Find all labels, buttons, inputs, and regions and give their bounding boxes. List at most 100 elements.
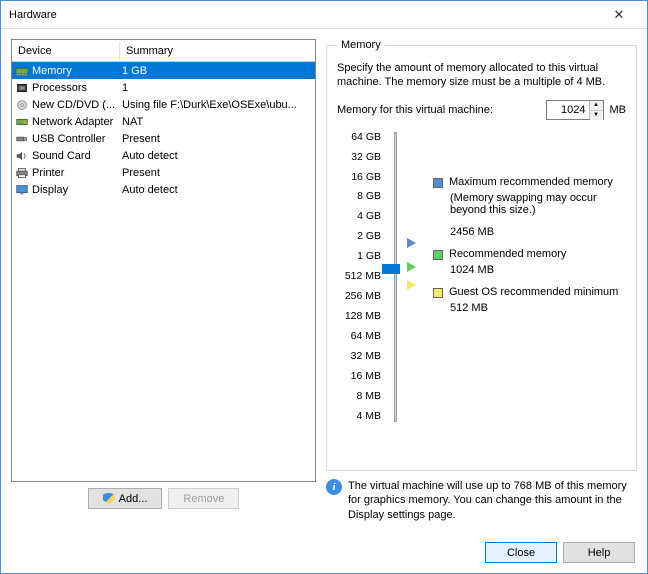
display-icon xyxy=(14,183,30,197)
legend-max-value: 2456 MB xyxy=(450,226,626,238)
device-name: USB Controller xyxy=(32,133,120,145)
add-button-label: Add... xyxy=(119,493,148,505)
printer-icon xyxy=(14,166,30,180)
device-row[interactable]: DisplayAuto detect xyxy=(12,181,315,198)
memory-spinner[interactable]: ▲ ▼ xyxy=(546,100,604,120)
slider-tick-labels: 64 GB 32 GB 16 GB 8 GB 4 GB 2 GB 1 GB 512 MB 256… xyxy=(337,132,385,422)
hardware-dialog: Hardware ✕ Device Summary Memory1 GBProc… xyxy=(0,0,648,574)
window-title: Hardware xyxy=(9,9,599,21)
column-header-summary[interactable]: Summary xyxy=(120,42,315,60)
memory-unit: MB xyxy=(610,104,627,116)
legend-max-label: Maximum recommended memory xyxy=(449,176,626,188)
device-row[interactable]: Network AdapterNAT xyxy=(12,113,315,130)
device-name: Processors xyxy=(32,82,120,94)
device-column: Device Summary Memory1 GBProcessors1New … xyxy=(11,39,316,509)
spinner-down-icon[interactable]: ▼ xyxy=(590,111,603,120)
device-row[interactable]: USB ControllerPresent xyxy=(12,130,315,147)
slider-tick: 64 MB xyxy=(337,331,381,342)
device-summary: Auto detect xyxy=(120,184,313,196)
device-name: Display xyxy=(32,184,120,196)
memory-panel: Memory Specify the amount of memory allo… xyxy=(326,39,637,509)
device-row[interactable]: New CD/DVD (...Using file F:\Durk\Exe\OS… xyxy=(12,96,315,113)
slider-tick: 4 MB xyxy=(337,411,381,422)
memory-slider-area: 64 GB 32 GB 16 GB 8 GB 4 GB 2 GB 1 GB 512 MB 256… xyxy=(337,132,626,422)
marker-max-icon xyxy=(407,238,416,248)
memory-icon xyxy=(14,64,30,78)
device-name: Printer xyxy=(32,167,120,179)
marker-rec-icon xyxy=(407,262,416,272)
slider-tick: 8 MB xyxy=(337,391,381,402)
device-summary: Auto detect xyxy=(120,150,313,162)
dialog-footer: Close Help xyxy=(485,542,635,563)
help-button-label: Help xyxy=(588,547,611,559)
column-header-device[interactable]: Device xyxy=(12,42,120,60)
help-button[interactable]: Help xyxy=(563,542,635,563)
device-summary: 1 GB xyxy=(120,65,313,77)
device-summary: Present xyxy=(120,133,313,145)
device-summary: 1 xyxy=(120,82,313,94)
memory-input[interactable] xyxy=(547,101,589,119)
swatch-guest-icon xyxy=(433,288,443,298)
cpu-icon xyxy=(14,81,30,95)
memory-description: Specify the amount of memory allocated t… xyxy=(337,61,626,90)
slider-tick: 128 MB xyxy=(337,311,381,322)
device-list-header: Device Summary xyxy=(12,40,315,62)
device-name: Memory xyxy=(32,65,120,77)
legend-max-sub: (Memory swapping may occur beyond this s… xyxy=(450,192,626,216)
memory-info-row: i The virtual machine will use up to 768… xyxy=(326,479,637,522)
slider-thumb[interactable] xyxy=(382,264,400,274)
marker-guest-icon xyxy=(407,280,416,290)
device-summary: Using file F:\Durk\Exe\OSExe\ubu... xyxy=(120,99,313,111)
add-button[interactable]: Add... xyxy=(88,488,163,509)
legend-rec-label: Recommended memory xyxy=(449,248,626,260)
slider-tick: 256 MB xyxy=(337,291,381,302)
device-list-panel: Device Summary Memory1 GBProcessors1New … xyxy=(11,39,316,482)
device-name: Sound Card xyxy=(32,150,120,162)
device-list[interactable]: Memory1 GBProcessors1New CD/DVD (...Usin… xyxy=(12,62,315,481)
device-name: New CD/DVD (... xyxy=(32,99,120,111)
slider-tick: 32 GB xyxy=(337,152,381,163)
device-button-row: Add... Remove xyxy=(11,488,316,509)
remove-button: Remove xyxy=(168,488,239,509)
titlebar: Hardware ✕ xyxy=(1,1,647,29)
close-icon[interactable]: ✕ xyxy=(599,5,639,25)
spinner-up-icon[interactable]: ▲ xyxy=(590,101,603,111)
device-row[interactable]: Sound CardAuto detect xyxy=(12,147,315,164)
slider-markers xyxy=(405,132,423,422)
device-row[interactable]: Processors1 xyxy=(12,79,315,96)
swatch-max-icon xyxy=(433,178,443,188)
usb-icon xyxy=(14,132,30,146)
slider-track[interactable] xyxy=(385,132,405,422)
memory-info-text: The virtual machine will use up to 768 M… xyxy=(348,479,637,522)
device-row[interactable]: Memory1 GB xyxy=(12,62,315,79)
slider-tick: 8 GB xyxy=(337,191,381,202)
memory-legend: Memory xyxy=(337,39,385,51)
device-summary: NAT xyxy=(120,116,313,128)
slider-tick: 4 GB xyxy=(337,211,381,222)
slider-tick: 2 GB xyxy=(337,231,381,242)
info-icon: i xyxy=(326,479,342,495)
legend-guest-label: Guest OS recommended minimum xyxy=(449,286,626,298)
slider-tick: 512 MB xyxy=(337,271,381,282)
slider-tick: 64 GB xyxy=(337,132,381,143)
slider-tick: 1 GB xyxy=(337,251,381,262)
memory-input-label: Memory for this virtual machine: xyxy=(337,104,493,116)
nic-icon xyxy=(14,115,30,129)
cd-icon xyxy=(14,98,30,112)
memory-input-row: Memory for this virtual machine: ▲ ▼ MB xyxy=(337,100,626,120)
close-button[interactable]: Close xyxy=(485,542,557,563)
close-button-label: Close xyxy=(507,547,535,559)
device-summary: Present xyxy=(120,167,313,179)
device-name: Network Adapter xyxy=(32,116,120,128)
slider-tick: 32 MB xyxy=(337,351,381,362)
swatch-rec-icon xyxy=(433,250,443,260)
slider-tick: 16 GB xyxy=(337,172,381,183)
legend-rec-value: 1024 MB xyxy=(450,264,626,276)
slider-tick: 16 MB xyxy=(337,371,381,382)
shield-icon xyxy=(103,493,115,505)
sound-icon xyxy=(14,149,30,163)
memory-legend-col: Maximum recommended memory (Memory swapp… xyxy=(423,132,626,422)
device-row[interactable]: PrinterPresent xyxy=(12,164,315,181)
spinner-buttons[interactable]: ▲ ▼ xyxy=(589,101,603,119)
remove-button-label: Remove xyxy=(183,493,224,505)
